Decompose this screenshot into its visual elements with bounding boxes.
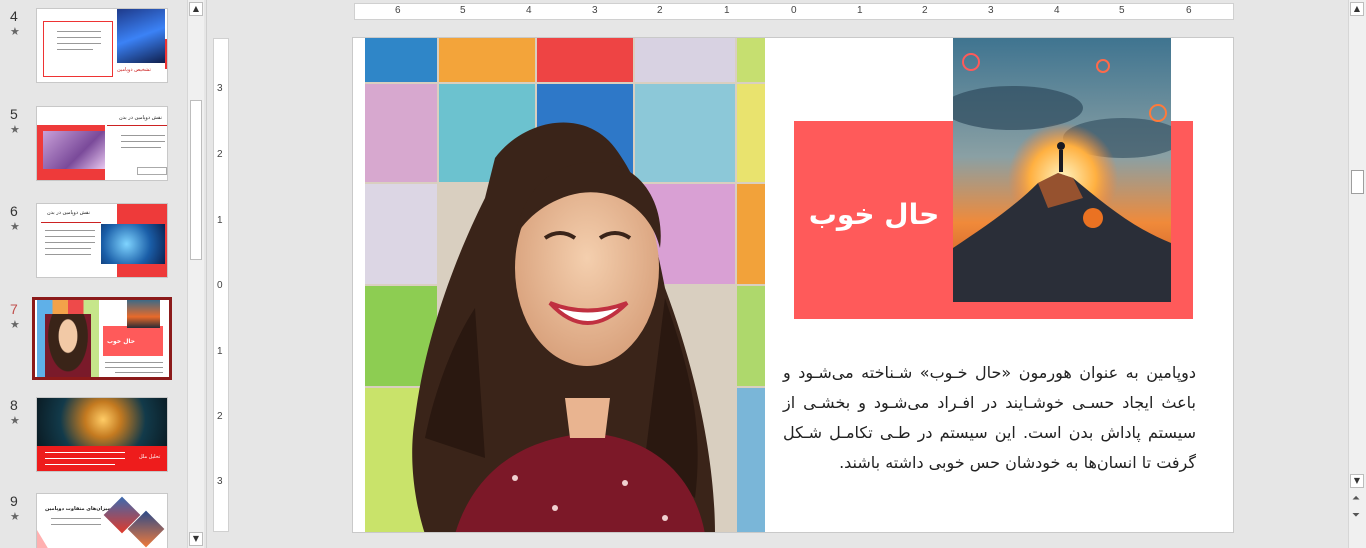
ruler-label: 5 <box>1119 5 1125 16</box>
ruler-label: 2 <box>922 5 928 16</box>
ruler-label: 3 <box>217 476 223 487</box>
scrollbar-thumb[interactable] <box>1351 170 1364 194</box>
vertical-ruler: 3 2 1 0 1 2 3 <box>213 38 229 532</box>
ruler-label: 5 <box>460 5 466 16</box>
ruler-label: 6 <box>1186 5 1192 16</box>
slide-number: 8 <box>10 397 18 413</box>
thumb-image <box>43 131 105 169</box>
scrollbar-thumb[interactable] <box>190 100 202 260</box>
ruler-label: 2 <box>657 5 663 16</box>
slide-canvas[interactable]: حال خوب دوپامین به عنوان هورمون «حال خـو… <box>352 37 1234 533</box>
slide-number: 9 <box>10 493 18 509</box>
horizontal-ruler: 6 5 4 3 2 1 0 1 2 3 4 5 6 <box>354 3 1234 20</box>
scroll-down-button[interactable]: ▼ <box>189 532 203 546</box>
thumb-box <box>137 167 167 175</box>
ruler-label: 0 <box>791 5 797 16</box>
thumb-caption: تشخیص دوپامین <box>117 67 151 73</box>
ruler-label: 2 <box>217 411 223 422</box>
ruler-label: 0 <box>217 280 223 291</box>
ruler-label: 3 <box>217 83 223 94</box>
ruler-label: 1 <box>857 5 863 16</box>
previous-slide-icon[interactable]: ⏶ <box>1352 493 1360 504</box>
animation-star-icon: ★ <box>10 318 20 331</box>
animation-star-icon: ★ <box>10 25 20 38</box>
thumb-caption: نقش دوپامین در بدن <box>47 210 90 216</box>
animation-star-icon: ★ <box>10 220 20 233</box>
next-slide-icon[interactable]: ⏷ <box>1352 510 1360 521</box>
slide-thumbnail-5[interactable]: نقش دوپامین در بدن <box>36 106 168 181</box>
mountain-illustration <box>953 38 1171 302</box>
slide-thumbnail-8[interactable]: تحلیل ملل <box>36 397 168 472</box>
slide-body-text[interactable]: دوپامین به عنوان هورمون «حال خـوب» شـناخ… <box>783 358 1196 478</box>
slide-number: 4 <box>10 8 18 24</box>
slide-number: 7 <box>10 301 18 317</box>
scroll-down-button[interactable]: ▼ <box>1350 474 1364 488</box>
ruler-label: 3 <box>988 5 994 16</box>
thumb-image <box>117 9 165 63</box>
thumb-image <box>127 300 160 328</box>
scroll-up-button[interactable]: ▲ <box>189 2 203 16</box>
ruler-label: 1 <box>217 346 223 357</box>
ruler-label: 4 <box>1054 5 1060 16</box>
slide-thumbnail-9[interactable]: تأثیر میزان‌های متفاوت دوپامین <box>36 493 168 548</box>
ruler-label: 4 <box>526 5 532 16</box>
ruler-label: 1 <box>724 5 730 16</box>
ruler-label: 1 <box>217 215 223 226</box>
thumb-caption: تحلیل ملل <box>139 454 161 460</box>
animation-star-icon: ★ <box>10 414 20 427</box>
slide-scrollbar[interactable]: ▲ ▼ ⏶ ⏷ <box>1348 0 1366 548</box>
thumb-caption: نقش دوپامین در بدن <box>119 115 162 121</box>
slide-number: 6 <box>10 203 18 219</box>
portrait-figure <box>412 122 715 532</box>
thumb-image <box>101 224 165 264</box>
slide-number: 5 <box>10 106 18 122</box>
woman-photo[interactable] <box>365 38 765 532</box>
mountain-sunset-image[interactable] <box>953 38 1171 302</box>
animation-star-icon: ★ <box>10 510 20 523</box>
scroll-up-button[interactable]: ▲ <box>1350 2 1364 16</box>
thumb-accent <box>165 39 167 69</box>
thumb-caption: حال خوب <box>107 338 135 345</box>
slide-thumbnail-6[interactable]: نقش دوپامین در بدن <box>36 203 168 278</box>
thumbnail-scrollbar[interactable]: ▲ ▼ <box>187 0 204 548</box>
ruler-label: 6 <box>395 5 401 16</box>
thumb-image <box>37 398 167 446</box>
ruler-label: 3 <box>592 5 598 16</box>
powerpoint-window: 4 ★ تشخیص دوپامین 5 ★ نقش دوپامین در بدن <box>0 0 1366 548</box>
thumb-image <box>45 314 91 377</box>
slide-thumbnail-4[interactable]: تشخیص دوپامین <box>36 8 168 83</box>
ruler-label: 2 <box>217 149 223 160</box>
slide-thumbnail-pane: 4 ★ تشخیص دوپامین 5 ★ نقش دوپامین در بدن <box>0 0 207 548</box>
slide-thumbnail-7[interactable]: حال خوب <box>32 297 172 380</box>
thumb-accent <box>37 530 61 548</box>
slide-title[interactable]: حال خوب <box>794 198 954 231</box>
animation-star-icon: ★ <box>10 123 20 136</box>
